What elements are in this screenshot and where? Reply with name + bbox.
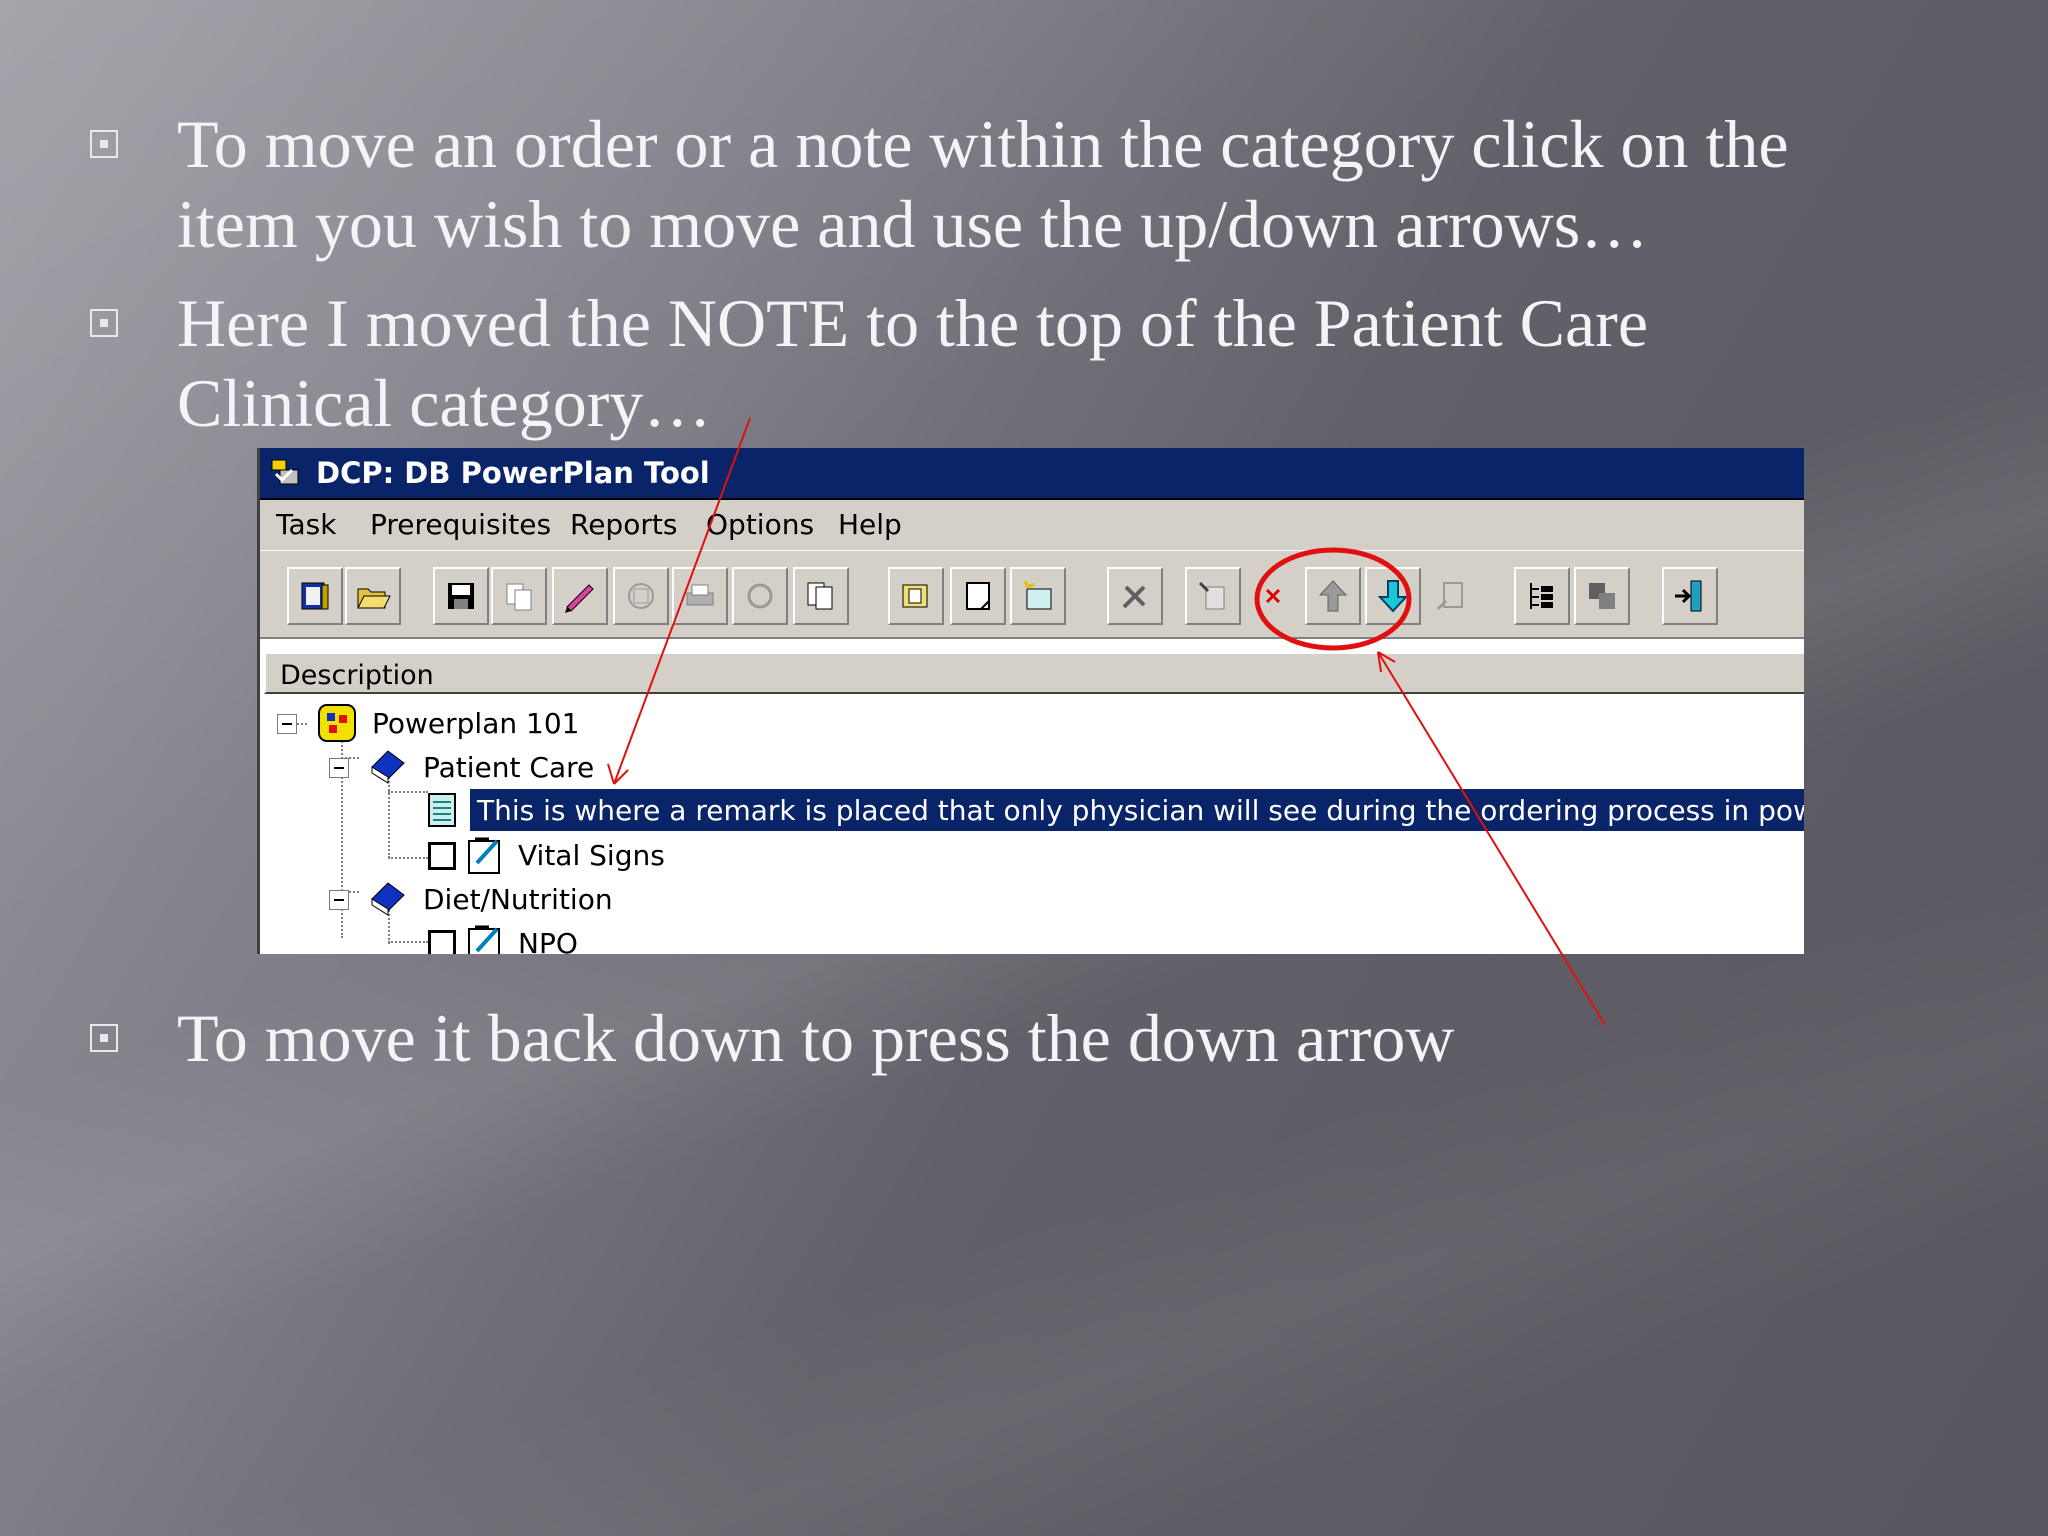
open-folder-icon <box>357 588 391 609</box>
save-disk-icon <box>448 583 474 609</box>
order-sheet-icon <box>468 837 500 874</box>
tree-node-vital-signs[interactable]: Vital Signs <box>260 835 1804 875</box>
tree-view-button[interactable] <box>1514 567 1570 625</box>
tree-category-label: Diet/Nutrition <box>423 883 613 916</box>
find-button[interactable] <box>1423 567 1479 625</box>
open-button[interactable] <box>345 567 401 625</box>
tree-node-patient-care[interactable]: Patient Care <box>260 747 1804 787</box>
pencil-icon <box>565 584 594 613</box>
toolbar-button-disabled-1[interactable] <box>613 567 669 625</box>
edit-tool-button[interactable] <box>552 567 608 625</box>
bullet-marker-icon <box>90 1024 118 1052</box>
tree-node-note-selected[interactable]: This is where a remark is placed that on… <box>260 789 1804 831</box>
powerplan-window-screenshot: DCP: DB PowerPlan Tool Task Prerequisite… <box>257 448 1804 954</box>
tree-order-label: Vital Signs <box>518 839 665 872</box>
tree-node-root[interactable]: Powerplan 101 <box>260 703 1804 743</box>
menu-help[interactable]: Help <box>838 508 902 541</box>
order-checkbox[interactable] <box>428 842 456 870</box>
toolbar-button-disabled-2[interactable] <box>732 567 788 625</box>
tree-node-diet-nutrition[interactable]: Diet/Nutrition <box>260 879 1804 919</box>
delete-x-icon <box>1265 588 1281 604</box>
exit-button[interactable] <box>1662 567 1718 625</box>
bullet-1-line-1: To move an order or a note within the ca… <box>177 106 1789 182</box>
category-book-icon <box>371 750 405 784</box>
print-button[interactable] <box>672 567 728 625</box>
add-order-button[interactable] <box>1010 567 1066 625</box>
add-category-button[interactable] <box>888 567 944 625</box>
menu-prerequisites[interactable]: Prerequisites <box>370 508 551 541</box>
description-column-header[interactable]: Description <box>264 652 1804 694</box>
new-plan-button[interactable] <box>287 567 343 625</box>
menu-options[interactable]: Options <box>706 508 814 541</box>
collapse-icon[interactable] <box>329 890 349 910</box>
category-icon <box>902 584 928 608</box>
menu-task[interactable]: Task <box>276 508 336 541</box>
tools-button[interactable] <box>1107 567 1163 625</box>
toolbar <box>260 550 1804 639</box>
bullet-marker-icon <box>90 309 118 337</box>
powerplan-icon <box>318 704 356 742</box>
tree-node-npo[interactable]: NPO <box>260 923 1804 954</box>
bullet-1-line-2: item you wish to move and use the up/dow… <box>177 186 1649 262</box>
bullet-3-line-1: To move it back down to press the down a… <box>177 1000 1455 1076</box>
group-button[interactable] <box>1574 567 1630 625</box>
properties-button[interactable] <box>1185 567 1241 625</box>
tree-root-label: Powerplan 101 <box>372 707 580 740</box>
tree-icon <box>1530 583 1553 609</box>
new-order-icon <box>1023 580 1052 610</box>
collapse-icon[interactable] <box>329 758 349 778</box>
refresh-icon <box>747 583 773 609</box>
book-icon <box>301 582 329 610</box>
order-sheet-icon <box>468 925 500 954</box>
column-header-label: Description <box>280 660 434 691</box>
pages-icon <box>807 582 833 610</box>
copy-button[interactable] <box>491 567 547 625</box>
delete-button[interactable] <box>1245 567 1301 625</box>
category-book-icon <box>371 882 405 916</box>
menu-reports[interactable]: Reports <box>570 508 677 541</box>
properties-icon <box>1198 581 1225 610</box>
menu-bar: Task Prerequisites Reports Options Help <box>260 500 1804 550</box>
move-up-button[interactable] <box>1305 567 1361 625</box>
app-icon <box>271 459 299 485</box>
printer-icon <box>686 584 714 606</box>
arrow-up-icon <box>1318 580 1348 612</box>
tree-category-label: Patient Care <box>423 751 595 784</box>
find-icon <box>1436 582 1463 611</box>
move-down-button[interactable] <box>1365 567 1421 625</box>
bullet-2-line-2: Clinical category… <box>177 365 712 441</box>
note-icon <box>966 582 990 610</box>
bullet-2-line-1: Here I moved the NOTE to the top of the … <box>177 285 1648 361</box>
toolbar-button-pages[interactable] <box>793 567 849 625</box>
add-note-button[interactable] <box>950 567 1006 625</box>
collapse-icon[interactable] <box>277 714 297 734</box>
group-icon <box>1589 583 1615 609</box>
window-titlebar: DCP: DB PowerPlan Tool <box>260 448 1804 500</box>
arrow-down-icon <box>1377 580 1409 613</box>
clipboard-icon <box>628 583 654 609</box>
exit-door-icon <box>1675 580 1702 612</box>
tree-note-label: This is where a remark is placed that on… <box>477 794 1804 827</box>
tools-icon <box>1122 585 1146 609</box>
tree-order-label: NPO <box>518 927 578 954</box>
bullet-marker-icon <box>90 130 118 158</box>
save-button[interactable] <box>433 567 489 625</box>
order-checkbox[interactable] <box>428 930 456 954</box>
note-icon <box>428 793 456 827</box>
plan-tree: Powerplan 101 Patient Care This is where… <box>260 698 1804 954</box>
window-title: DCP: DB PowerPlan Tool <box>316 456 710 490</box>
copy-icon <box>506 583 532 611</box>
